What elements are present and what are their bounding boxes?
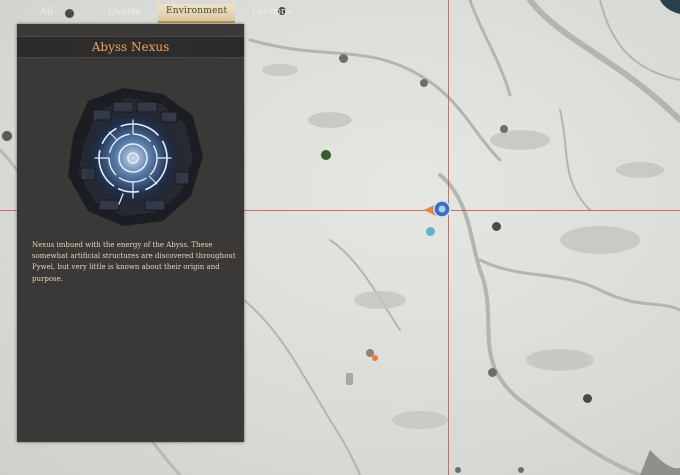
tab-environment[interactable]: Environment [158, 4, 236, 23]
map-marker-edge[interactable] [1, 130, 13, 142]
map-marker-rock[interactable] [339, 54, 348, 63]
map-filter-tabs: All Quests Environment Factions [0, 0, 680, 23]
map-marker-rock[interactable] [492, 222, 501, 231]
panel-header: Abyss Nexus [17, 36, 244, 58]
crosshair-vertical [448, 0, 449, 475]
tab-quests[interactable]: Quests [108, 6, 141, 22]
map-marker-waypoint[interactable] [346, 373, 353, 385]
map-marker-rock[interactable] [488, 368, 497, 377]
map-marker-camp[interactable] [320, 149, 332, 161]
map-marker-rock[interactable] [518, 467, 524, 473]
map-marker-rock[interactable] [420, 79, 428, 87]
map-marker-crystal[interactable] [426, 227, 435, 236]
panel-title: Abyss Nexus [91, 40, 170, 54]
panel-description: Nexus imbued with the energy of the Abys… [32, 241, 236, 283]
map-marker-quest[interactable] [372, 355, 378, 361]
map-marker-rock[interactable] [500, 125, 508, 133]
abyss-nexus-portal-icon [68, 88, 203, 226]
abyss-nexus-marker-icon[interactable] [422, 198, 462, 222]
panel-torn-edge [17, 434, 244, 442]
tab-all[interactable]: All [40, 6, 53, 22]
map-marker-rock[interactable] [455, 467, 461, 473]
tab-factions[interactable]: Factions [252, 6, 292, 22]
map-marker-rock[interactable] [583, 394, 592, 403]
location-info-panel: Abyss Nexus Nexus imbued with the energy… [17, 24, 244, 442]
